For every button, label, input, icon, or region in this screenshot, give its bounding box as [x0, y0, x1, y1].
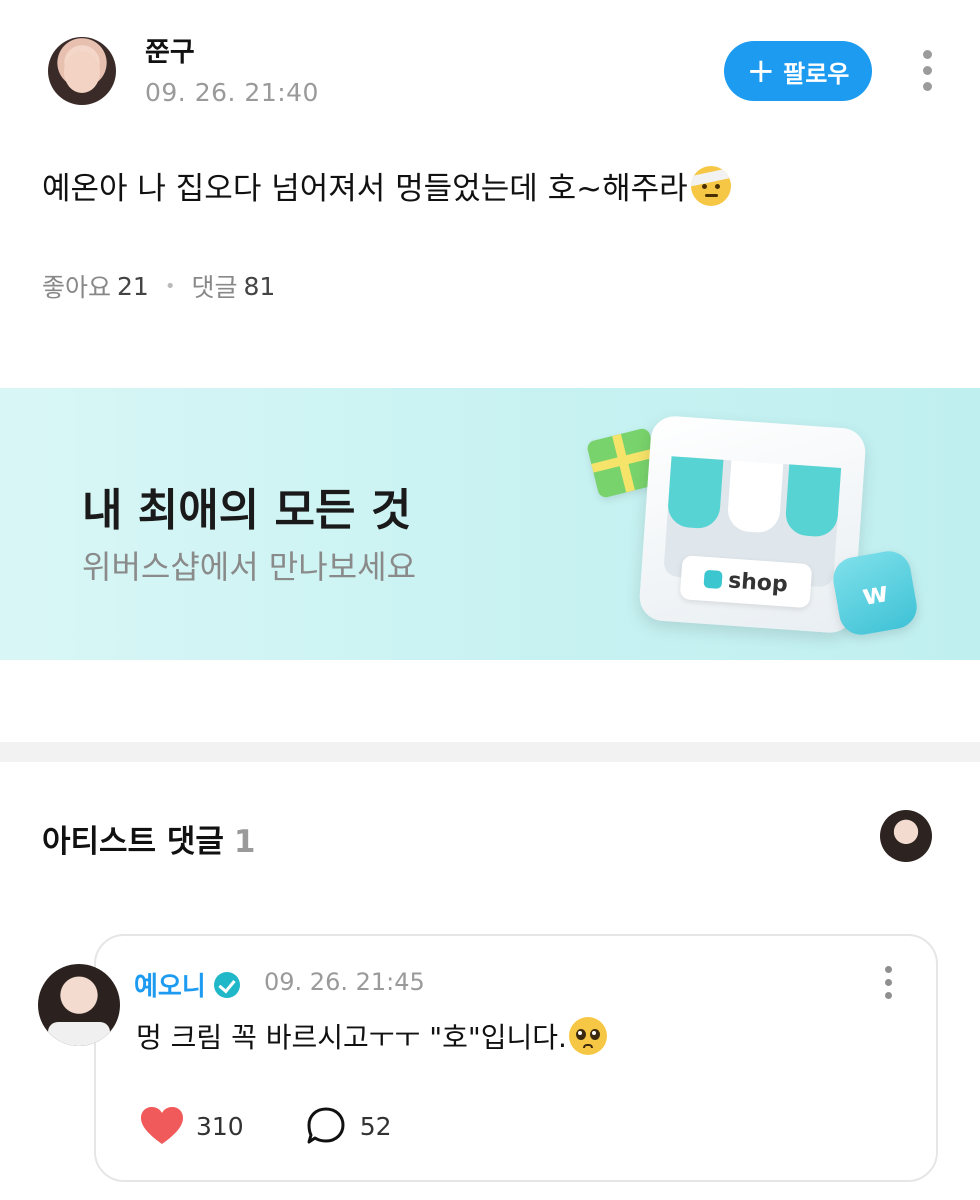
- like-count: 310: [196, 1111, 244, 1141]
- plus-icon: +: [746, 51, 776, 91]
- comments-label[interactable]: 댓글: [191, 268, 237, 304]
- comments-count: 81: [243, 271, 276, 301]
- comment-text-content: 멍 크림 꼭 바르시고ㅜㅜ "호"입니다.: [136, 1021, 567, 1054]
- banner-title: 내 최애의 모든 것: [82, 485, 412, 536]
- artist-comments-label: 아티스트 댓글: [42, 824, 224, 860]
- artist-comments-title: 아티스트 댓글 1: [42, 816, 256, 861]
- bag-letter: w: [859, 574, 891, 612]
- comment-timestamp: 09. 26. 21:45: [264, 968, 425, 996]
- post-header: 쭌구 09. 26. 21:40 + 팔로우: [0, 0, 980, 130]
- likes-label[interactable]: 좋아요: [42, 268, 111, 304]
- verified-badge-icon: [213, 971, 240, 998]
- heart-icon[interactable]: [140, 1106, 184, 1146]
- artist-avatar[interactable]: [38, 964, 120, 1046]
- stats-separator: •: [164, 275, 176, 297]
- likes-count: 21: [117, 271, 149, 301]
- post-more-icon[interactable]: [917, 50, 937, 94]
- section-divider: [0, 742, 980, 762]
- artist-name-text: 예오니: [134, 972, 206, 1002]
- banner-subtitle: 위버스샵에서 만나보세요: [82, 548, 417, 586]
- reply-count: 52: [359, 1111, 392, 1141]
- pleading-face-emoji-icon: [568, 1017, 607, 1055]
- shop-banner[interactable]: 내 최애의 모든 것 위버스샵에서 만나보세요 shop w: [0, 388, 980, 660]
- shopping-bag-icon: w: [829, 547, 921, 639]
- post-body: 예온아 나 집오다 넘어져서 멍들었는데 호~해주라: [42, 163, 731, 208]
- post-text: 예온아 나 집오다 넘어져서 멍들었는데 호~해주라: [42, 171, 688, 207]
- shop-label: shop: [679, 555, 813, 609]
- shop-mini-icon: [703, 569, 723, 590]
- comment-actions: 310 52: [140, 1106, 392, 1146]
- shop-label-text: shop: [727, 567, 789, 598]
- post-timestamp: 09. 26. 21:40: [145, 78, 319, 107]
- follow-label: 팔로우: [783, 59, 850, 88]
- author-name[interactable]: 쭌구: [145, 30, 195, 69]
- head-bandage-emoji-icon: [690, 165, 731, 206]
- artist-name[interactable]: 예오니: [134, 966, 240, 1003]
- artist-comments-count: 1: [233, 824, 256, 860]
- speech-bubble-icon[interactable]: [306, 1106, 346, 1146]
- artist-thumbnail-avatar[interactable]: [880, 810, 932, 862]
- comment-more-icon[interactable]: [880, 966, 896, 1006]
- author-avatar[interactable]: [48, 37, 116, 105]
- shop-storefront-icon: shop: [638, 414, 867, 635]
- follow-button[interactable]: + 팔로우: [724, 41, 872, 101]
- post-stats: 좋아요 21 • 댓글 81: [42, 268, 275, 304]
- comment-text: 멍 크림 꼭 바르시고ㅜㅜ "호"입니다.: [136, 1016, 607, 1056]
